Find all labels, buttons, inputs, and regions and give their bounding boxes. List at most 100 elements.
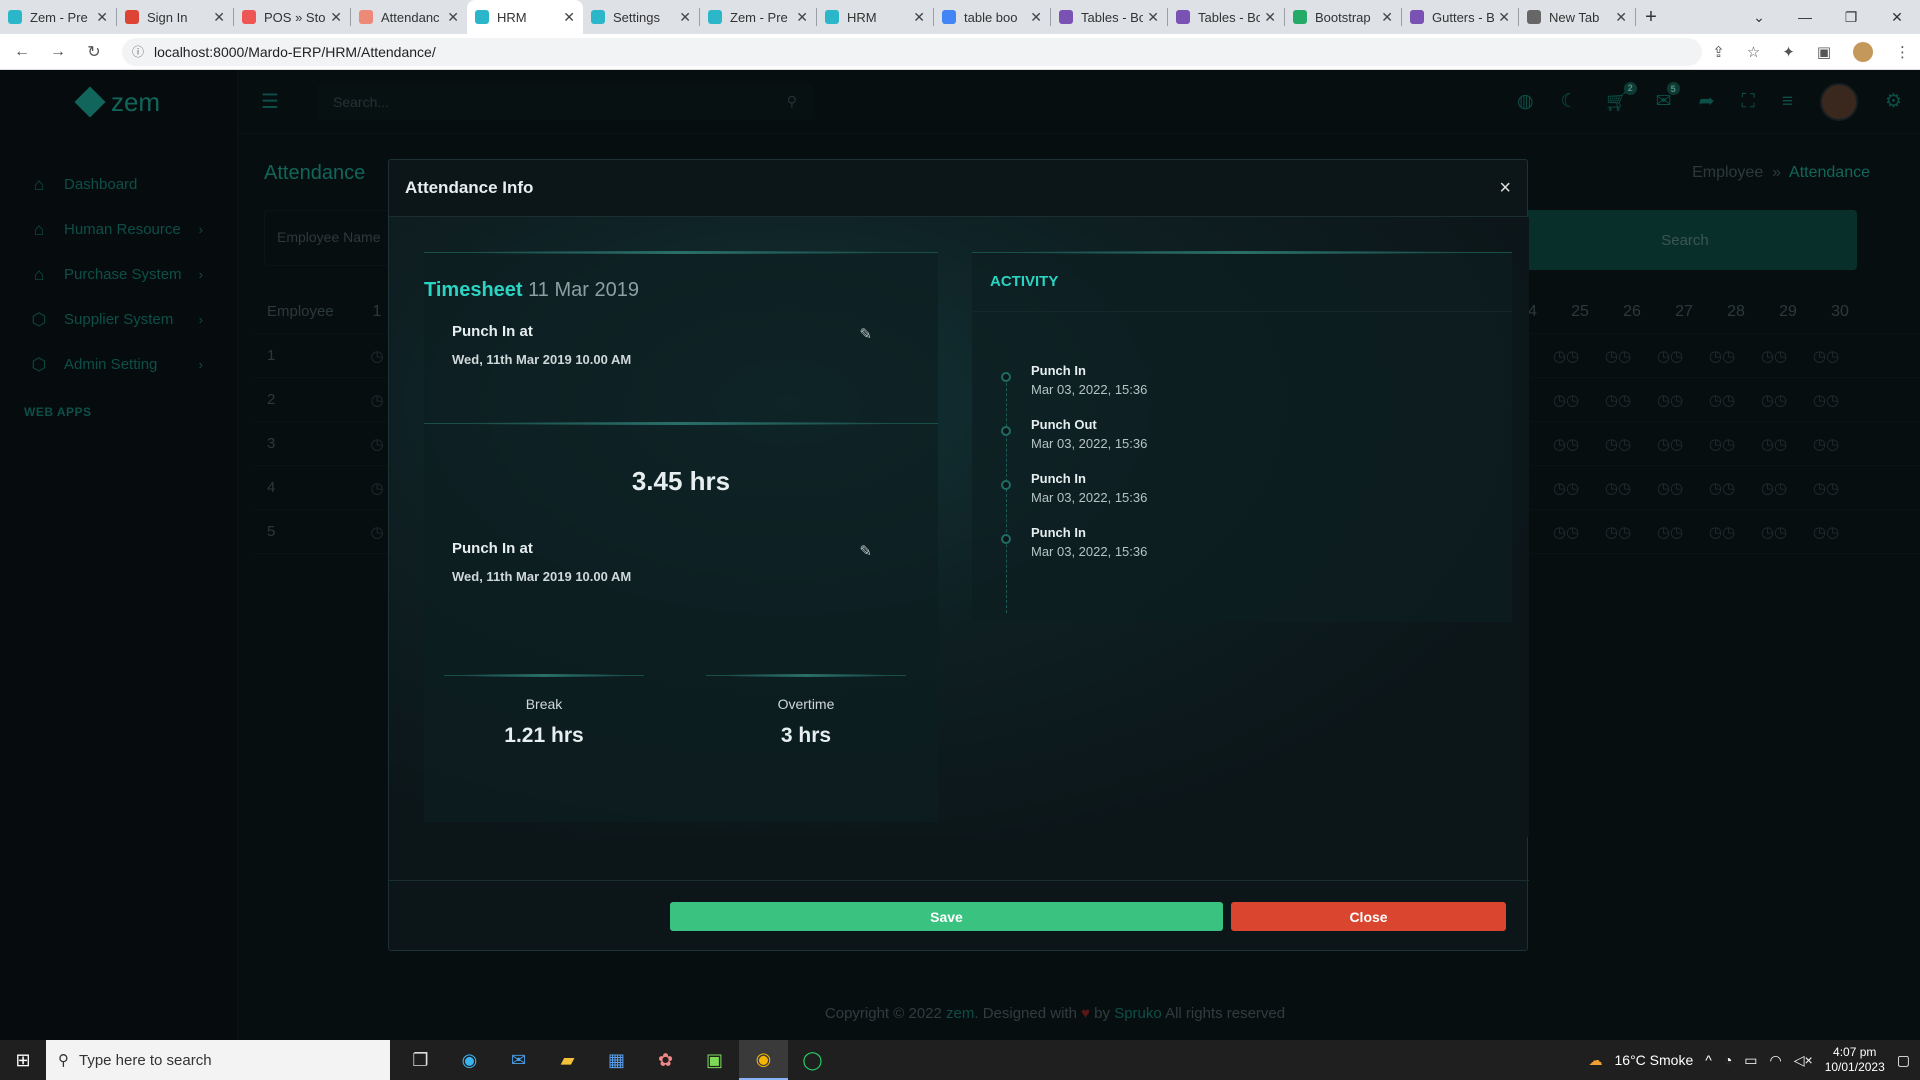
notification-icon[interactable]: ▢ xyxy=(1897,1052,1910,1069)
tab-close-icon[interactable]: ✕ xyxy=(447,9,459,26)
tab-title: HRM xyxy=(847,9,877,25)
tab-close-icon[interactable]: ✕ xyxy=(1615,9,1627,26)
tab-title: Settings xyxy=(613,9,660,25)
windows-start-icon[interactable]: ⊞ xyxy=(0,1050,46,1071)
tab-close-icon[interactable]: ✕ xyxy=(1030,9,1042,26)
activity-item: Punch In Mar 03, 2022, 15:36 xyxy=(1001,525,1306,579)
browser-tab[interactable]: Attendanc ✕ xyxy=(351,0,467,34)
activity-action: Punch In xyxy=(1031,525,1086,540)
break-label: Break xyxy=(525,696,563,712)
browser-tab[interactable]: HRM ✕ xyxy=(817,0,933,34)
restore-icon[interactable]: ❐ xyxy=(1828,9,1874,26)
whatsapp-icon[interactable]: ◯ xyxy=(788,1040,837,1080)
tab-close-icon[interactable]: ✕ xyxy=(96,9,108,26)
timesheet-card: Timesheet 11 Mar 2019 Punch In at Wed, 1… xyxy=(424,251,938,822)
tab-close-icon[interactable]: ✕ xyxy=(563,9,575,26)
tab-title: Tables - Bo xyxy=(1198,9,1261,25)
browser-tab[interactable]: New Tab ✕ xyxy=(1519,0,1635,34)
activity-action: Punch In xyxy=(1031,471,1086,486)
bookmark-star-icon[interactable]: ☆ xyxy=(1747,43,1760,61)
chrome-icon[interactable]: ◉ xyxy=(739,1040,788,1080)
save-button[interactable]: Save xyxy=(670,902,1223,931)
system-tray: ☁ 16°C Smoke ^ ◔ ▭ ◠ ◁× 4:07 pm 10/01/20… xyxy=(1589,1040,1920,1080)
volume-muted-icon[interactable]: ◁× xyxy=(1794,1052,1813,1069)
browser-tab[interactable]: Zem - Pre ✕ xyxy=(0,0,116,34)
tab-title: Tables - Bo xyxy=(1081,9,1144,25)
browser-tab[interactable]: HRM ✕ xyxy=(467,0,583,34)
overtime-value: 3 hrs xyxy=(780,724,832,747)
tab-close-icon[interactable]: ✕ xyxy=(330,9,342,26)
tab-search-chevron-icon[interactable]: ⌄ xyxy=(1736,9,1782,26)
browser-tab[interactable]: Bootstrap ✕ xyxy=(1285,0,1401,34)
share-icon[interactable]: ⇪ xyxy=(1712,43,1725,61)
browser-tab[interactable]: Tables - Bo ✕ xyxy=(1051,0,1167,34)
edge-browser-icon[interactable]: ◉ xyxy=(445,1040,494,1080)
windows-taskbar: ⊞ ⚲ Type here to search ❐ ◉ ✉ ▰ ▦ ✿ ▣ ◉ … xyxy=(0,1040,1920,1080)
app-icon[interactable]: ✿ xyxy=(641,1040,690,1080)
minimize-icon[interactable]: — xyxy=(1782,9,1828,25)
edit-icon[interactable]: ✎ xyxy=(859,325,872,343)
tab-close-icon[interactable]: ✕ xyxy=(796,9,808,26)
overtime-label: Overtime xyxy=(777,696,835,712)
network-icon[interactable]: ◔ xyxy=(1724,1052,1732,1068)
tab-close-icon[interactable]: ✕ xyxy=(1147,9,1159,26)
wifi-icon[interactable]: ◠ xyxy=(1770,1052,1782,1069)
clock[interactable]: 4:07 pm 10/01/2023 xyxy=(1825,1045,1885,1075)
activity-time: Mar 03, 2022, 15:36 xyxy=(1031,490,1148,505)
browser-tab[interactable]: Zem - Pre ✕ xyxy=(700,0,816,34)
total-hours-card: 3.45 hrs xyxy=(424,422,938,518)
weather-text[interactable]: 16°C Smoke xyxy=(1615,1052,1694,1068)
task-view-icon[interactable]: ❐ xyxy=(396,1040,445,1080)
tab-close-icon[interactable]: ✕ xyxy=(1498,9,1510,26)
modal-footer: Save Close xyxy=(389,880,1529,952)
window-close-icon[interactable]: ✕ xyxy=(1874,9,1920,26)
info-icon[interactable]: ⓘ xyxy=(132,43,144,60)
close-icon[interactable]: × xyxy=(1499,177,1511,200)
file-explorer-icon[interactable]: ▰ xyxy=(543,1040,592,1080)
browser-tab[interactable]: Tables - Bo ✕ xyxy=(1168,0,1284,34)
url-field[interactable]: ⓘ localhost:8000/Mardo-ERP/HRM/Attendanc… xyxy=(122,37,1702,66)
battery-icon[interactable]: ▭ xyxy=(1744,1052,1757,1069)
tab-favicon-icon xyxy=(1410,10,1424,24)
clock-date: 10/01/2023 xyxy=(1824,1060,1885,1074)
chevron-up-icon[interactable]: ^ xyxy=(1705,1052,1712,1068)
tab-close-icon[interactable]: ✕ xyxy=(679,9,691,26)
store-icon[interactable]: ▦ xyxy=(592,1040,641,1080)
weather-icon[interactable]: ☁ xyxy=(1589,1052,1603,1069)
timesheet-date: 11 Mar 2019 xyxy=(528,279,639,301)
mail-app-icon[interactable]: ✉ xyxy=(494,1040,543,1080)
url-text: localhost:8000/Mardo-ERP/HRM/Attendance/ xyxy=(154,43,436,60)
taskbar-search-input[interactable]: ⚲ Type here to search xyxy=(46,1040,390,1080)
forward-icon[interactable]: → xyxy=(44,43,72,61)
new-tab-icon[interactable]: + xyxy=(1636,6,1666,29)
close-button[interactable]: Close xyxy=(1231,902,1506,931)
edit-icon[interactable]: ✎ xyxy=(859,542,872,560)
sidepanel-icon[interactable]: ▣ xyxy=(1817,43,1831,61)
tab-favicon-icon xyxy=(942,10,956,24)
reload-icon[interactable]: ↻ xyxy=(80,42,108,62)
tab-favicon-icon xyxy=(242,10,256,24)
tab-title: Zem - Pre xyxy=(730,9,788,25)
browser-tab[interactable]: table boo ✕ xyxy=(934,0,1050,34)
taskbar-search-placeholder: Type here to search xyxy=(79,1051,212,1069)
tab-close-icon[interactable]: ✕ xyxy=(213,9,225,26)
search-icon: ⚲ xyxy=(58,1052,69,1069)
tab-close-icon[interactable]: ✕ xyxy=(1264,9,1276,26)
back-icon[interactable]: ← xyxy=(8,43,36,61)
browser-tab[interactable]: Sign In ✕ xyxy=(117,0,233,34)
pycharm-icon[interactable]: ▣ xyxy=(690,1040,739,1080)
activity-time: Mar 03, 2022, 15:36 xyxy=(1031,544,1148,559)
browser-menu-icon[interactable]: ⋮ xyxy=(1895,43,1910,61)
punch-in-label: Punch In at xyxy=(452,323,533,340)
punch-in-value: Wed, 11th Mar 2019 10.00 AM xyxy=(452,352,632,367)
tab-favicon-icon xyxy=(825,10,839,24)
browser-tab[interactable]: Gutters - B ✕ xyxy=(1402,0,1518,34)
browser-tab[interactable]: Settings ✕ xyxy=(583,0,699,34)
extensions-icon[interactable]: ✦ xyxy=(1782,43,1795,61)
tab-title: Sign In xyxy=(147,9,188,25)
attendance-info-modal: Attendance Info × Timesheet 11 Mar 2019 … xyxy=(388,159,1529,952)
tab-close-icon[interactable]: ✕ xyxy=(1381,9,1393,26)
profile-avatar[interactable] xyxy=(1853,41,1873,62)
browser-tab[interactable]: POS » Sto ✕ xyxy=(234,0,350,34)
tab-close-icon[interactable]: ✕ xyxy=(913,9,925,26)
